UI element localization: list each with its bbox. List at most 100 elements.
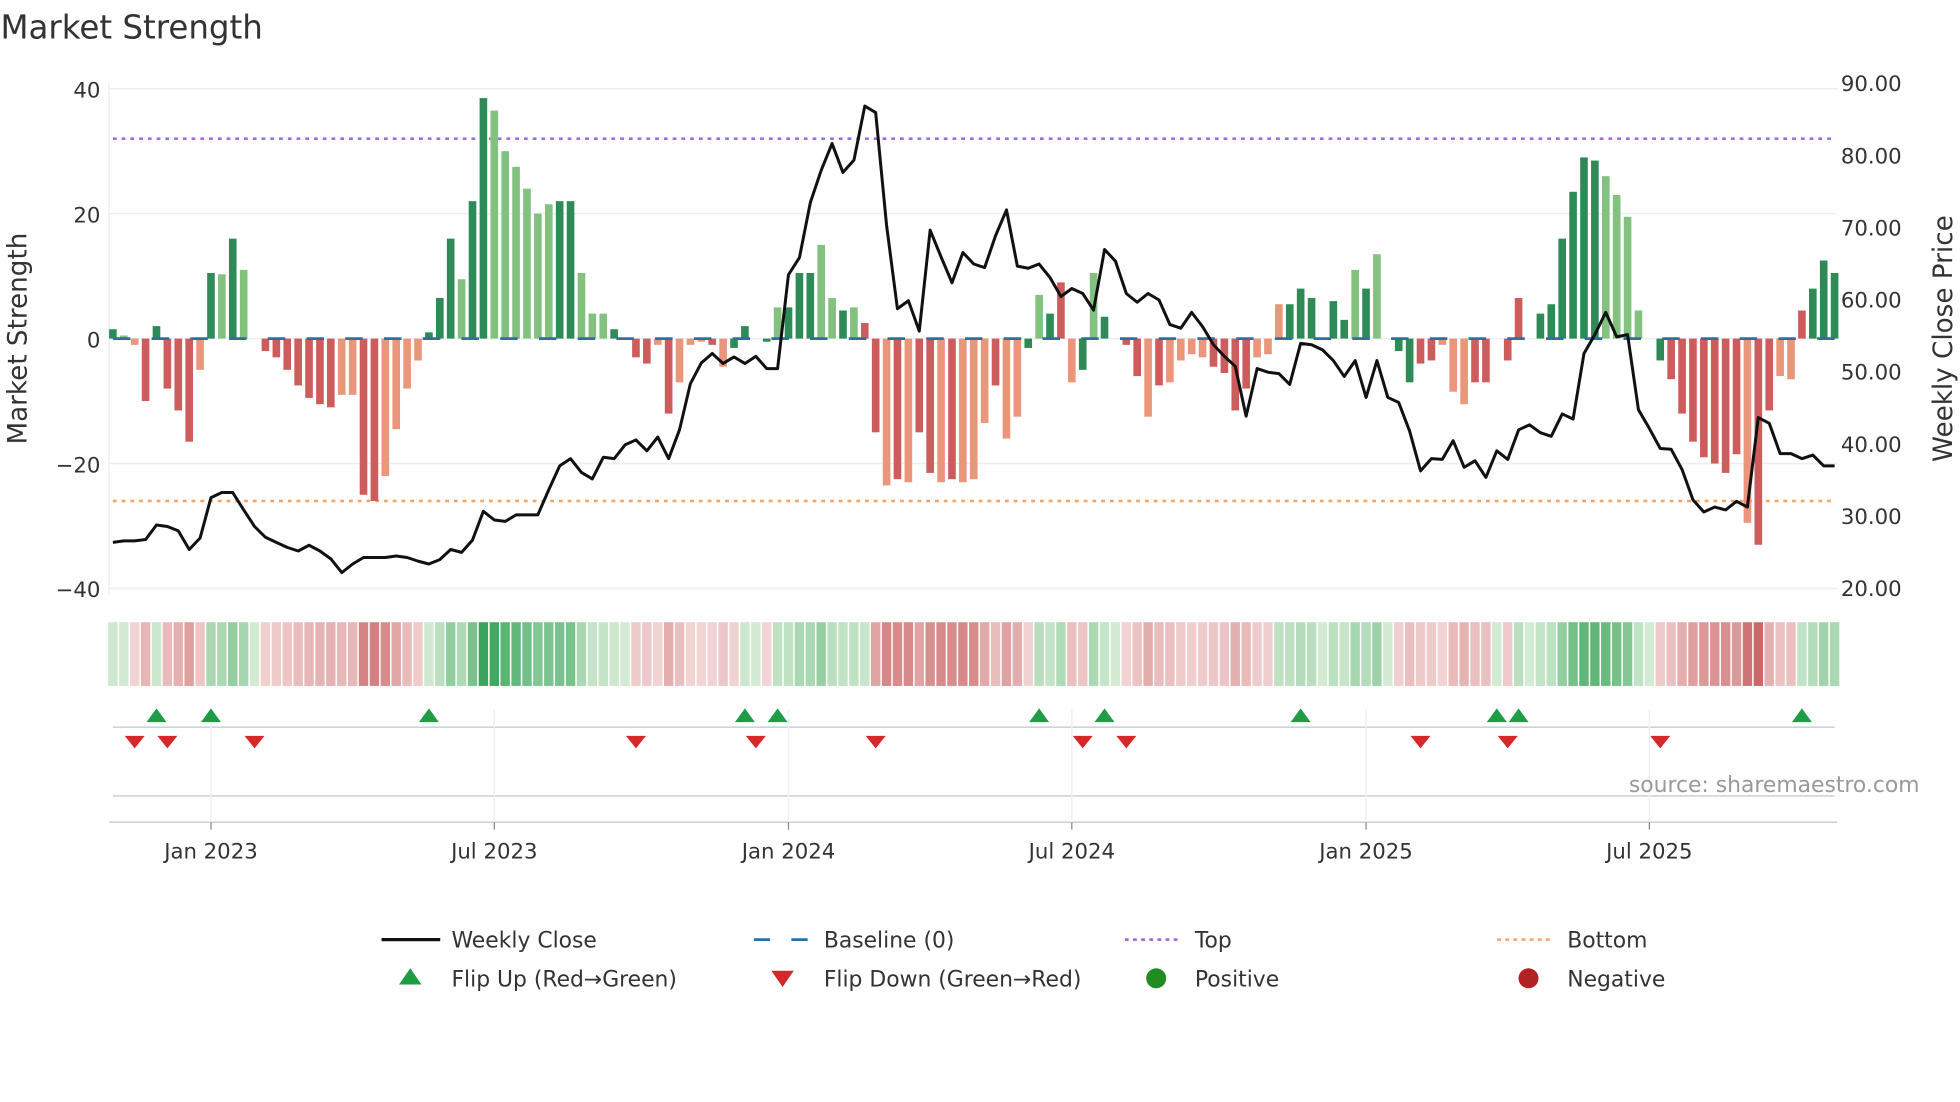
strength-bar: [185, 338, 193, 442]
heat-cell: [1034, 622, 1044, 686]
strength-bar: [1187, 338, 1196, 355]
heat-cell: [184, 622, 194, 686]
legend-triangle-up-icon: [399, 968, 422, 985]
strength-bar: [1667, 338, 1675, 380]
strength-bar: [435, 297, 444, 339]
heat-cell: [1448, 622, 1458, 686]
heat-cell: [685, 622, 696, 686]
y-tick-label: 20: [73, 203, 100, 228]
legend-item: Flip Up (Red→Green): [399, 967, 677, 992]
legend-circle-icon: [1146, 968, 1167, 989]
flip-down-marker: [244, 735, 265, 749]
heat-cell: [1829, 622, 1840, 686]
strength-bar: [359, 338, 368, 495]
heat-cell: [1611, 622, 1622, 686]
strength-bar: [588, 313, 597, 339]
strength-bar: [1362, 288, 1370, 339]
strength-bar: [381, 338, 390, 477]
strength-bars: [109, 98, 1839, 545]
heat-cell: [1557, 622, 1567, 686]
heat-cell: [1546, 622, 1556, 686]
x-tick-label: Jul 2024: [1027, 839, 1115, 864]
heat-cell: [435, 622, 445, 686]
heat-cell: [1437, 622, 1448, 686]
heat-cell: [1470, 622, 1480, 686]
heat-cell: [1394, 622, 1404, 686]
legend-item: Top: [1124, 929, 1232, 954]
strength-bar: [741, 326, 749, 339]
heat-cell: [631, 622, 641, 686]
heat-cell: [1023, 622, 1033, 686]
heat-cell: [1535, 622, 1546, 686]
heat-cell: [1797, 622, 1807, 686]
strength-bar: [675, 338, 684, 383]
heat-cell: [195, 622, 205, 686]
flip-down-marker: [157, 735, 178, 749]
heat-cell: [892, 622, 903, 686]
strength-bar: [762, 338, 771, 342]
strength-bar: [839, 310, 847, 339]
heat-cell: [522, 622, 532, 686]
strength-bar: [337, 338, 346, 395]
strength-bar: [239, 269, 248, 339]
strength-bar: [991, 338, 1000, 386]
heat-cell: [260, 622, 271, 686]
heat-cell: [1666, 622, 1676, 686]
y2-tick-label: 30.00: [1841, 505, 1902, 530]
strength-bar: [1046, 313, 1054, 339]
strength-bar: [555, 201, 564, 339]
heat-cell: [1295, 622, 1306, 686]
flip-up-marker: [767, 708, 788, 723]
flip-up-marker: [1094, 708, 1115, 723]
heat-cell: [642, 622, 652, 686]
right-axis-ticks: 90.00 80.00 70.00 60.00 50.00 40.00 30.00 20.00: [1841, 72, 1902, 602]
strength-bar: [1242, 338, 1250, 389]
flip-up-marker: [734, 708, 755, 723]
heat-cell: [1426, 622, 1437, 686]
heat-cell: [1383, 622, 1393, 686]
heat-cell: [1753, 622, 1764, 686]
strength-bar: [610, 329, 618, 339]
strength-bar: [1002, 338, 1011, 439]
heat-cell: [413, 622, 423, 686]
strength-bar: [196, 338, 204, 370]
legend-label: Top: [1194, 929, 1232, 954]
heat-cell: [238, 622, 249, 686]
heat-cell: [805, 622, 815, 686]
strength-bar: [403, 338, 411, 389]
heat-cell: [1492, 622, 1502, 686]
heat-cell: [1819, 622, 1829, 686]
heat-cell: [1110, 622, 1121, 686]
heat-cell: [282, 622, 292, 686]
flip-down-marker: [1410, 735, 1431, 749]
strength-bar: [316, 338, 324, 405]
y2-tick-label: 50.00: [1841, 361, 1902, 386]
strength-bar: [730, 338, 738, 348]
heat-cell: [347, 622, 358, 686]
strength-bar: [1264, 338, 1272, 355]
strength-bar: [1449, 338, 1458, 392]
strength-bar: [828, 297, 836, 339]
strength-bar: [632, 338, 640, 358]
flip-up-marker: [146, 708, 167, 723]
y-tick-label: 0: [87, 328, 101, 353]
strength-bar: [1253, 338, 1261, 358]
source-credit: source: sharemaestro.com: [1629, 773, 1920, 798]
flip-down-marker: [1116, 735, 1137, 749]
legend-label: Weekly Close: [451, 929, 596, 954]
heat-cell: [740, 622, 750, 686]
heat-cell: [271, 622, 282, 686]
heat-cell: [794, 622, 805, 686]
heat-cell: [1720, 622, 1731, 686]
heat-cell: [1568, 622, 1578, 686]
heat-cell: [1808, 622, 1818, 686]
heat-cell: [1088, 622, 1099, 686]
heat-cell: [1132, 622, 1142, 686]
strength-bar: [523, 188, 531, 339]
heat-cell: [391, 622, 401, 686]
flip-up-marker: [418, 708, 439, 723]
strength-bar: [283, 338, 292, 370]
heat-cell: [478, 622, 489, 686]
strength-bar: [1547, 304, 1556, 339]
heat-cell: [1045, 622, 1055, 686]
